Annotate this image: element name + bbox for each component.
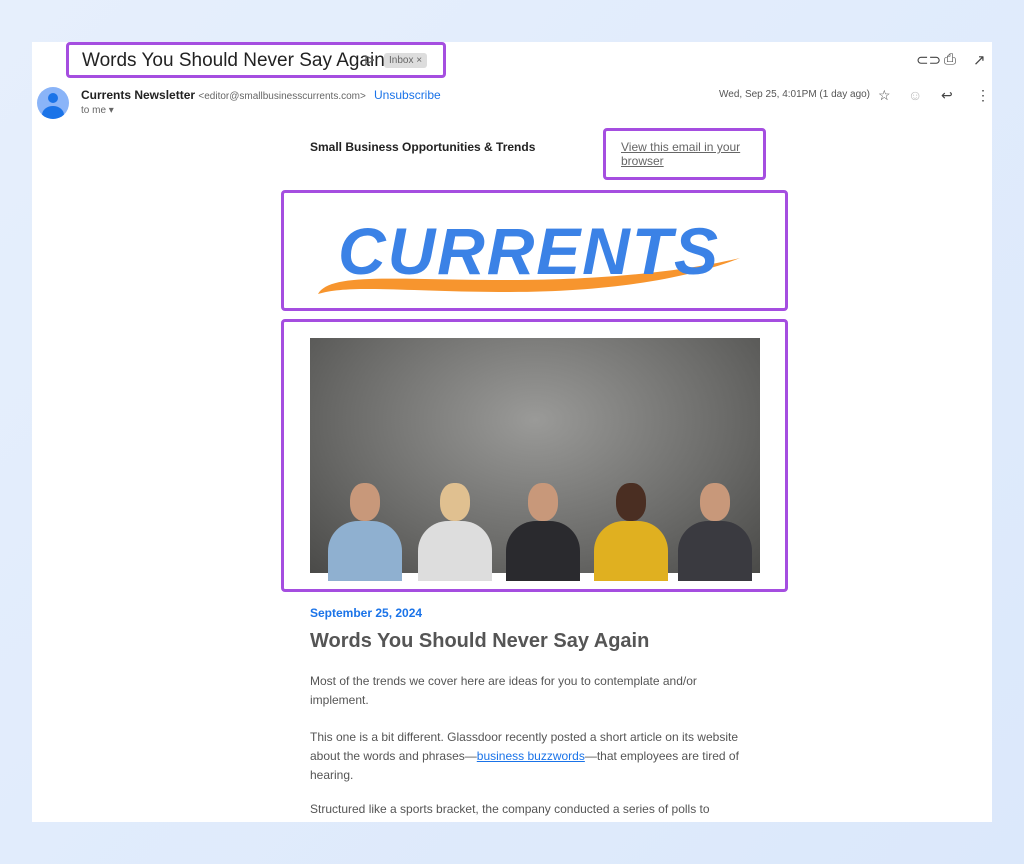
paragraph: This one is a bit different. Glassdoor r… <box>310 730 739 782</box>
paragraph: Structured like a sports bracket, the co… <box>310 802 710 816</box>
reply-icon[interactable]: ↩ <box>941 87 953 104</box>
unsubscribe-link[interactable]: Unsubscribe <box>374 88 441 102</box>
inbox-label[interactable]: Inbox × <box>384 53 428 68</box>
person <box>586 483 676 581</box>
avatar <box>37 87 69 119</box>
business-buzzwords-link[interactable]: business buzzwords <box>477 749 585 763</box>
person <box>410 483 500 581</box>
message-date: Wed, Sep 25, 4:01PM (1 day ago) <box>719 89 871 100</box>
svg-text:CURRENTS: CURRENTS <box>338 214 718 288</box>
article-title: Words You Should Never Say Again <box>310 630 650 652</box>
email-view: Words You Should Never Say Again ᐅ Inbox… <box>32 42 992 822</box>
print-icon[interactable]: ⎙ <box>944 51 956 68</box>
star-icon[interactable]: ☆ <box>878 87 891 104</box>
emoji-icon[interactable]: ☺ <box>908 87 922 103</box>
hero-image <box>310 338 760 581</box>
person <box>320 483 410 581</box>
currents-logo: CURRENTS <box>318 214 740 294</box>
recipient-dropdown[interactable]: to me ▾ <box>81 105 114 116</box>
important-marker-icon[interactable]: ᐅ <box>364 52 375 69</box>
view-in-browser-link[interactable]: View this email in your browser <box>621 140 761 168</box>
remove-label-icon[interactable]: × <box>416 55 422 66</box>
link-icon[interactable]: ⊂⊃ <box>916 51 941 69</box>
email-subject: Words You Should Never Say Again <box>82 50 385 71</box>
more-icon[interactable]: ⋮ <box>976 87 990 104</box>
sender: Currents Newsletter <editor@smallbusines… <box>81 88 366 102</box>
paragraph: Most of the trends we cover here are ide… <box>310 674 697 707</box>
person <box>498 483 588 581</box>
article-date: September 25, 2024 <box>310 606 423 620</box>
person <box>670 483 760 581</box>
open-in-new-icon[interactable]: ↗ <box>973 51 986 69</box>
